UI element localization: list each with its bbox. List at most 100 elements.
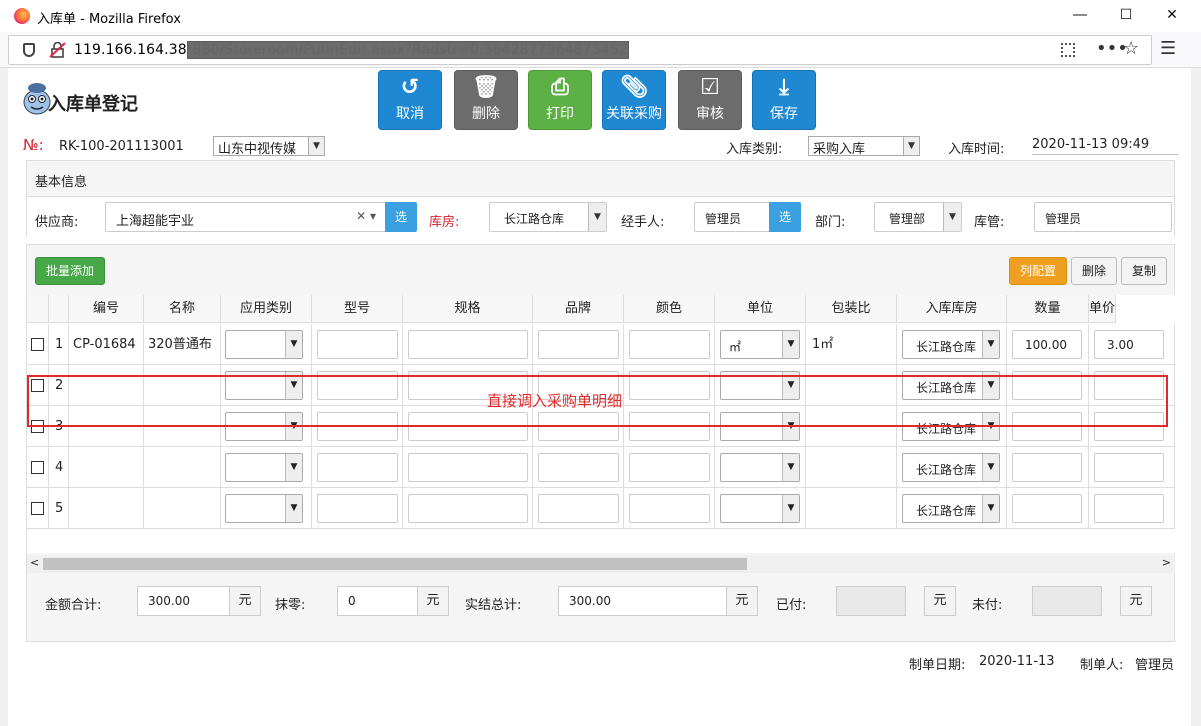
unit-select[interactable]: ▼ [720, 494, 800, 523]
spec-input[interactable] [408, 453, 528, 482]
page-title: 入库单登记 [48, 94, 138, 115]
delete-button[interactable]: 🗑︎ 删除 [454, 70, 518, 130]
audit-button[interactable]: ☑ 审核 [678, 70, 742, 130]
model-input[interactable] [317, 412, 398, 441]
qty-input[interactable] [1012, 371, 1082, 400]
column-config-button[interactable]: 列配置 [1009, 257, 1067, 285]
company-select[interactable]: 山东中视传媒 ▼ [213, 136, 325, 157]
row-checkbox[interactable] [31, 379, 44, 392]
cell-category: ▼ [221, 447, 312, 488]
clear-and-dropdown-icon[interactable]: ✕ ▾ [356, 209, 376, 223]
brand-input[interactable] [538, 494, 619, 523]
actual-input[interactable]: 300.00 [558, 586, 728, 616]
price-input[interactable] [1094, 371, 1164, 400]
supplier-pick-button[interactable]: 选 [385, 202, 417, 232]
brand-input[interactable] [538, 453, 619, 482]
cell-brand [533, 488, 624, 529]
row-checkbox[interactable] [31, 502, 44, 515]
tracking-shield-icon[interactable] [23, 43, 35, 57]
link-purchase-button[interactable]: 📎︎ 关联采购 [602, 70, 666, 130]
spec-input[interactable] [408, 494, 528, 523]
save-button[interactable]: ⤓ 保存 [752, 70, 816, 130]
unit-select[interactable]: ㎡ ▼ [720, 330, 800, 359]
qty-input[interactable]: 100.00 [1012, 330, 1082, 359]
color-input[interactable] [629, 412, 710, 441]
hamburger-menu-icon[interactable]: ☰ [1160, 38, 1176, 59]
price-input[interactable] [1094, 494, 1164, 523]
qty-input[interactable] [1012, 494, 1082, 523]
grid-delete-button[interactable]: 删除 [1071, 257, 1117, 285]
row-checkbox[interactable] [31, 338, 44, 351]
amount-input[interactable]: 300.00 [137, 586, 231, 616]
brand-input[interactable] [538, 330, 619, 359]
batch-add-button[interactable]: 批量添加 [35, 257, 105, 285]
cancel-button[interactable]: ↺ 取消 [378, 70, 442, 130]
category-select[interactable]: ▼ [225, 453, 303, 482]
spec-input[interactable] [408, 412, 528, 441]
address-bar[interactable]: 119.166.164.38:880/Storeroom/PutinEdit.a… [8, 35, 1152, 65]
color-input[interactable] [629, 494, 710, 523]
warehouse-row-select[interactable]: 长江路仓库 ▼ [902, 494, 1000, 523]
warehouse-row-select[interactable]: 长江路仓库 ▼ [902, 412, 1000, 441]
maximize-button[interactable]: ☐ [1103, 0, 1149, 32]
model-input[interactable] [317, 371, 398, 400]
cell-code: CP-01684 [69, 324, 144, 365]
model-input[interactable] [317, 330, 398, 359]
handler-input[interactable]: 管理员 [694, 202, 772, 232]
row-index: 3 [49, 406, 69, 447]
unit-select[interactable]: ▼ [720, 371, 800, 400]
price-input[interactable] [1094, 412, 1164, 441]
model-input[interactable] [317, 494, 398, 523]
category-select[interactable]: ▼ [225, 330, 303, 359]
warehouse-row-select[interactable]: 长江路仓库 ▼ [902, 371, 1000, 400]
warehouse-select[interactable]: 长江路仓库 ▼ [489, 202, 607, 232]
url-text[interactable]: 119.166.164.38:880/Storeroom/PutinEdit.a… [74, 41, 629, 59]
category-select[interactable]: ▼ [225, 494, 303, 523]
supplier-input[interactable]: 上海超能宇业 ✕ ▾ [105, 202, 387, 232]
close-button[interactable]: ✕ [1149, 0, 1195, 32]
time-field[interactable]: 2020-11-13 09:49 [1032, 137, 1178, 155]
keeper-input[interactable]: 管理员 [1034, 202, 1172, 232]
spec-input[interactable] [408, 330, 528, 359]
qty-input[interactable] [1012, 412, 1082, 441]
cell-unit: ▼ [715, 488, 806, 529]
warehouse-row-select[interactable]: 长江路仓库 ▼ [902, 453, 1000, 482]
print-button[interactable]: ⎙ 打印 [528, 70, 592, 130]
scroll-right-icon[interactable]: > [1162, 556, 1171, 569]
category-select[interactable]: ▼ [225, 371, 303, 400]
handler-pick-button[interactable]: 选 [769, 202, 801, 232]
cell-model [312, 324, 403, 365]
panel-title: 基本信息 [27, 161, 1174, 197]
bookmark-star-icon[interactable]: ☆ [1123, 38, 1139, 59]
scroll-thumb[interactable] [43, 558, 747, 570]
horizontal-scrollbar[interactable]: < > [27, 555, 1175, 573]
type-select[interactable]: 采购入库 ▼ [808, 136, 920, 157]
color-input[interactable] [629, 453, 710, 482]
handler-label: 经手人: [621, 215, 665, 230]
price-input[interactable] [1094, 453, 1164, 482]
color-input[interactable] [629, 371, 710, 400]
unit-select[interactable]: ▼ [720, 412, 800, 441]
dept-select[interactable]: 管理部 ▼ [874, 202, 962, 232]
unit-select[interactable]: ▼ [720, 453, 800, 482]
cell-name [144, 365, 221, 406]
row-checkbox[interactable] [31, 420, 44, 433]
row-checkbox[interactable] [31, 461, 44, 474]
model-input[interactable] [317, 453, 398, 482]
qty-input[interactable] [1012, 453, 1082, 482]
cell-color [624, 447, 715, 488]
round-input[interactable]: 0 [337, 586, 419, 616]
qr-code-icon[interactable] [1061, 43, 1075, 57]
insecure-lock-icon[interactable] [49, 42, 67, 58]
brand-input[interactable] [538, 412, 619, 441]
color-input[interactable] [629, 330, 710, 359]
category-select[interactable]: ▼ [225, 412, 303, 441]
cell-spec [403, 447, 533, 488]
price-input[interactable]: 3.00 [1094, 330, 1164, 359]
column-header: 型号 [312, 295, 403, 323]
grid-copy-button[interactable]: 复制 [1121, 257, 1167, 285]
warehouse-row-select[interactable]: 长江路仓库 ▼ [902, 330, 1000, 359]
cell-qty [1007, 365, 1089, 406]
scroll-left-icon[interactable]: < [30, 556, 39, 569]
minimize-button[interactable]: ― [1057, 0, 1103, 32]
